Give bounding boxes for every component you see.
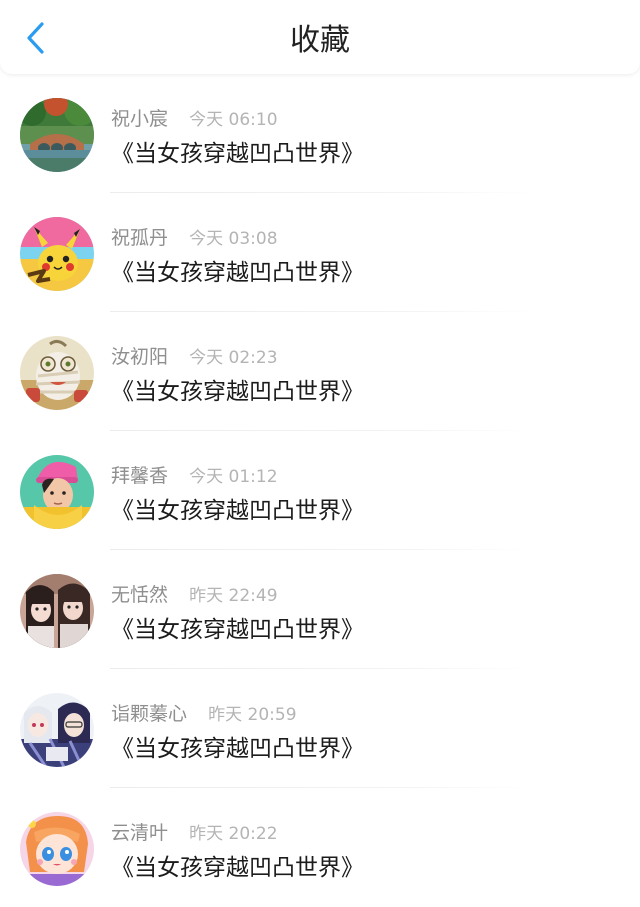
user-name: 云清叶 [111, 822, 169, 844]
list-item[interactable]: 汝初阳 今天 02:23 《当女孩穿越凹凸世界》 [0, 312, 640, 431]
list-item[interactable]: 无恬然 昨天 22:49 《当女孩穿越凹凸世界》 [0, 550, 640, 669]
avatar[interactable] [20, 98, 94, 172]
timestamp: 昨天 20:59 [208, 705, 297, 725]
list-item[interactable]: 诣颗蓁心 昨天 20:59 《当女孩穿越凹凸世界》 [0, 669, 640, 788]
user-name: 汝初阳 [111, 346, 169, 368]
user-name: 祝小宸 [111, 108, 169, 130]
list-item[interactable]: 云清叶 昨天 20:22 《当女孩穿越凹凸世界》 [0, 788, 640, 907]
avatar[interactable] [20, 574, 94, 648]
timestamp: 今天 03:08 [189, 229, 278, 249]
timestamp: 昨天 22:49 [189, 586, 278, 606]
user-name: 祝孤丹 [111, 227, 169, 249]
book-title[interactable]: 《当女孩穿越凹凸世界》 [111, 494, 364, 528]
avatar[interactable] [20, 812, 94, 886]
timestamp: 今天 06:10 [189, 110, 278, 130]
avatar[interactable] [20, 455, 94, 529]
list-item[interactable]: 祝小宸 今天 06:10 《当女孩穿越凹凸世界》 [0, 74, 640, 193]
book-title[interactable]: 《当女孩穿越凹凸世界》 [111, 375, 364, 409]
page-title: 收藏 [290, 23, 350, 58]
list-item[interactable]: 祝孤丹 今天 03:08 《当女孩穿越凹凸世界》 [0, 193, 640, 312]
book-title[interactable]: 《当女孩穿越凹凸世界》 [111, 732, 364, 766]
book-title[interactable]: 《当女孩穿越凹凸世界》 [111, 613, 364, 647]
avatar[interactable] [20, 217, 94, 291]
timestamp: 今天 02:23 [189, 348, 278, 368]
avatar[interactable] [20, 336, 94, 410]
user-name: 诣颗蓁心 [111, 703, 188, 725]
avatar[interactable] [20, 693, 94, 767]
timestamp: 昨天 20:22 [189, 824, 278, 844]
favorites-list: 祝小宸 今天 06:10 《当女孩穿越凹凸世界》 祝孤丹 今天 03:08 《当… [0, 74, 640, 907]
top-bar: 收藏 [0, 0, 640, 74]
list-item[interactable]: 拜馨香 今天 01:12 《当女孩穿越凹凸世界》 [0, 431, 640, 550]
book-title[interactable]: 《当女孩穿越凹凸世界》 [111, 256, 364, 290]
timestamp: 今天 01:12 [189, 467, 278, 487]
book-title[interactable]: 《当女孩穿越凹凸世界》 [111, 851, 364, 885]
user-name: 拜馨香 [111, 465, 169, 487]
user-name: 无恬然 [111, 584, 169, 606]
book-title[interactable]: 《当女孩穿越凹凸世界》 [111, 137, 364, 171]
